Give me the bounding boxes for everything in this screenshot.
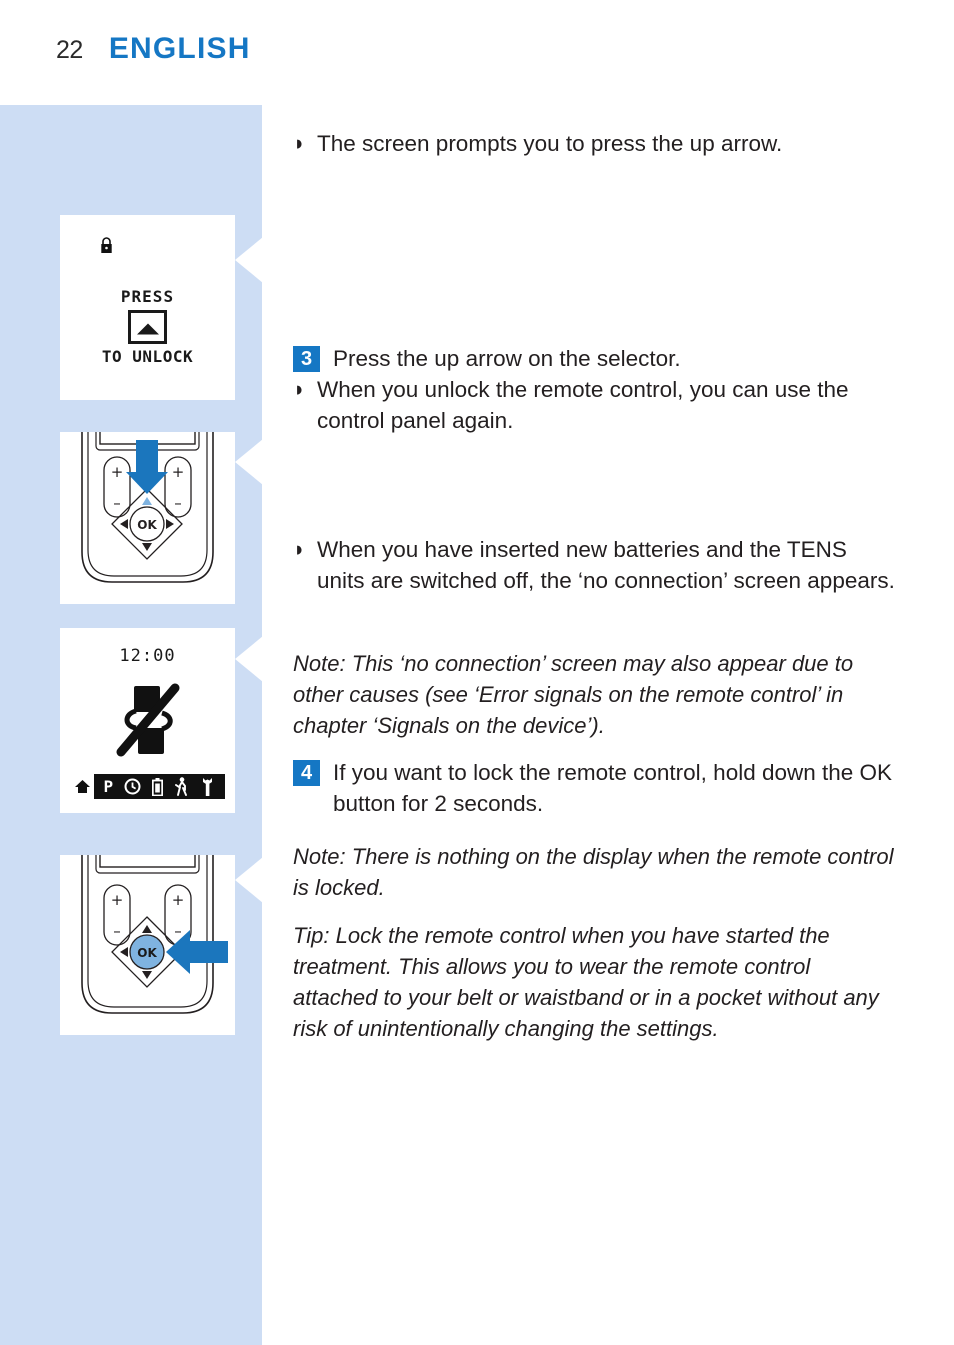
figure-lcd-unlock-prompt: PRESS TO UNLOCK (60, 215, 235, 400)
no-connection-icon-svg (116, 683, 179, 757)
bullet-text: When you unlock the remote control, you … (317, 377, 849, 433)
press-label: PRESS (120, 287, 175, 306)
lock-icon-svg (101, 237, 112, 253)
lock-icon (100, 237, 113, 257)
program-icon: P (104, 777, 114, 796)
remote-control-illustration: + – + – OK (81, 432, 214, 583)
status-icon-strip: P (94, 774, 225, 799)
chapter-title: ENGLISH (108, 32, 251, 65)
lcd-screen-no-connection: 12:00 P (60, 628, 235, 813)
svg-text:–: – (113, 922, 121, 940)
step-text: Press the up arrow on the selector. (333, 346, 681, 371)
bullet-text: When you have inserted new batteries and… (317, 537, 895, 593)
bullet-text: The screen prompts you to press the up a… (317, 131, 783, 156)
svg-text:+: + (172, 891, 185, 909)
callout-arrow-down (126, 440, 168, 494)
lcd-status-bar: P (70, 774, 225, 799)
step-number-badge: 4 (293, 760, 320, 786)
unlock-instruction: PRESS TO UNLOCK (60, 287, 235, 366)
callout-notch-1 (235, 237, 263, 283)
activity-icon (174, 777, 189, 796)
callout-notch-4 (235, 857, 263, 903)
step-text: If you want to lock the remote control, … (333, 760, 893, 816)
step-3: 3 Press the up arrow on the selector. (293, 343, 898, 374)
step-4: 4 If you want to lock the remote control… (293, 757, 898, 819)
wrench-icon (200, 777, 215, 796)
svg-text:–: – (113, 494, 121, 512)
step-4-group: 4 If you want to lock the remote control… (293, 757, 898, 819)
battery-icon (152, 777, 164, 796)
svg-text:–: – (174, 494, 182, 512)
figure-remote-up-arrow: + – + – OK (60, 432, 235, 604)
note-no-connection: Note: This ‘no connection’ screen may al… (293, 651, 854, 738)
bullet-screen-prompt: ◗ The screen prompts you to press the up… (293, 128, 898, 159)
program-label: P (103, 777, 114, 796)
page-number: 22 (56, 36, 83, 64)
home-icon (70, 779, 94, 794)
svg-text:OK: OK (137, 518, 157, 532)
svg-text:OK: OK (137, 946, 157, 960)
bullet-unlock-panel: ◗ When you unlock the remote control, yo… (293, 374, 898, 436)
bullet-marker-icon: ◗ (293, 378, 306, 401)
svg-text:–: – (174, 922, 182, 940)
svg-text:+: + (172, 463, 185, 481)
note-locked-display: Note: There is nothing on the display wh… (293, 844, 894, 900)
svg-text:+: + (111, 463, 124, 481)
step-3-group: 3 Press the up arrow on the selector. ◗ … (293, 343, 898, 436)
bullet-no-connection: ◗ When you have inserted new batteries a… (293, 534, 898, 596)
clock-icon (124, 778, 141, 795)
up-arrow-button (142, 497, 152, 505)
bullet-marker-icon: ◗ (293, 538, 306, 561)
remote-control-illustration-ok: + – + – OK (81, 855, 228, 1014)
illustration-band: PRESS TO UNLOCK + – + – OK 12:00 P + – +… (0, 105, 263, 1345)
lcd-time: 12:00 (119, 646, 176, 666)
lcd-screen: PRESS TO UNLOCK (60, 215, 235, 400)
no-connection-icon (112, 680, 184, 767)
bullet-marker-icon: ◗ (293, 132, 306, 155)
callout-notch-3 (235, 636, 263, 682)
tip-lock-remote: Tip: Lock the remote control when you ha… (293, 923, 879, 1041)
page-header: 22 ENGLISH (56, 32, 251, 66)
to-unlock-label: TO UNLOCK (101, 347, 194, 366)
callout-notch-2 (235, 439, 263, 485)
figure-lcd-no-connection: 12:00 P (60, 628, 235, 813)
svg-text:+: + (111, 891, 124, 909)
up-arrow-key-icon (128, 310, 167, 344)
step-number-badge: 3 (293, 346, 320, 372)
figure-remote-ok-button: + – + – OK (60, 855, 235, 1035)
